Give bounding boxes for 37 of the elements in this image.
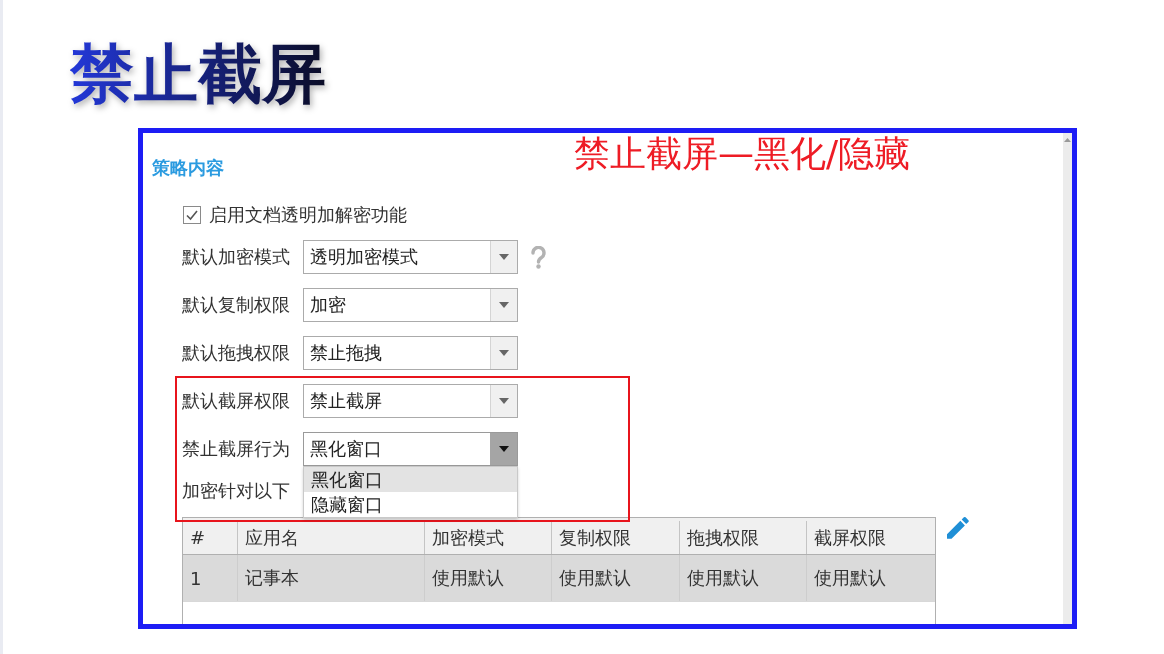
checkbox[interactable]: [183, 206, 201, 224]
field-label: 默认加密模式: [182, 246, 291, 268]
column-header: 拖拽权限: [680, 521, 807, 554]
dropdown[interactable]: 透明加密模式: [303, 240, 518, 274]
dropdown[interactable]: 禁止拖拽: [303, 336, 518, 370]
column-header: #: [183, 521, 238, 554]
section-title: 策略内容: [152, 157, 224, 179]
dropdown-option[interactable]: 隐藏窗口: [304, 492, 517, 517]
scrollbar[interactable]: [1063, 133, 1072, 624]
checkbox-label[interactable]: 启用文档透明加解密功能: [209, 204, 407, 226]
table-cell: 使用默认: [680, 555, 807, 601]
column-header: 应用名: [238, 521, 425, 554]
dropdown[interactable]: 禁止截屏: [303, 384, 518, 418]
caret-icon[interactable]: [490, 289, 517, 321]
field-label: 默认截屏权限: [182, 390, 291, 412]
field-label: 默认拖拽权限: [182, 342, 291, 364]
dropdown[interactable]: 加密: [303, 288, 518, 322]
table-cell: 使用默认: [425, 555, 552, 601]
pencil-icon[interactable]: [947, 517, 969, 539]
column-header: 加密模式: [425, 521, 552, 554]
table-cell: 1: [183, 555, 238, 601]
dropdown[interactable]: 黑化窗口: [303, 432, 518, 466]
table-cell-text: 使用默认: [813, 566, 887, 590]
table-cell: 使用默认: [552, 555, 680, 601]
column-header: 截屏权限: [813, 525, 887, 550]
field-label: 默认复制权限: [182, 294, 291, 316]
column-header: 复制权限: [552, 521, 680, 554]
caret-icon[interactable]: [490, 241, 517, 273]
caret-icon[interactable]: [490, 337, 517, 369]
annotation-text: 禁止截屏—黑化/隐藏: [574, 134, 911, 174]
field-label: 禁止截屏行为: [182, 438, 291, 460]
caret-icon[interactable]: [490, 433, 517, 465]
table-row[interactable]: 1 记事本 使用默认 使用默认 使用默认 使用默认: [183, 555, 935, 602]
dropdown-option[interactable]: 黑化窗口: [304, 467, 517, 492]
table-cell: 记事本: [238, 555, 425, 601]
caret-icon[interactable]: [490, 385, 517, 417]
programs-label: 加密针对以下: [182, 480, 290, 502]
